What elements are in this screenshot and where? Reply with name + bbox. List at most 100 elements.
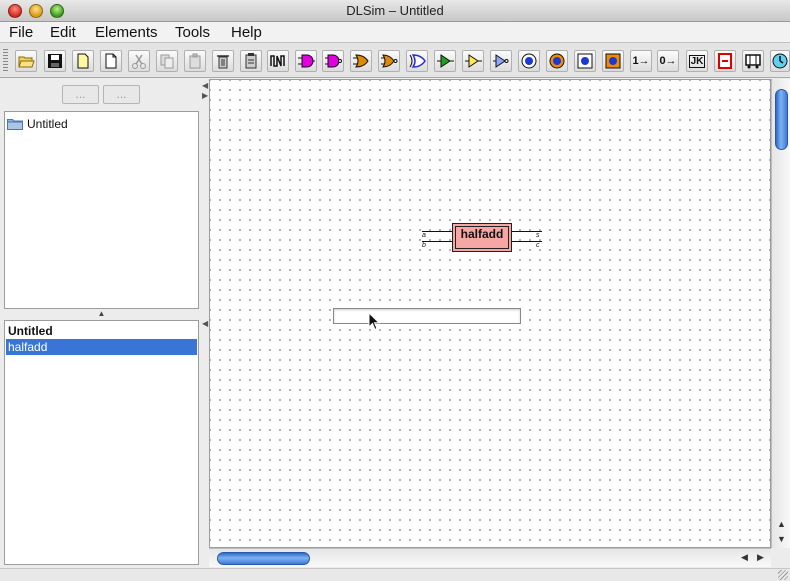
menu-edit[interactable]: Edit (50, 24, 76, 41)
halfadd-component[interactable]: halfadd (452, 223, 512, 252)
open-button[interactable] (15, 50, 37, 72)
menu-elements[interactable]: Elements (95, 24, 158, 41)
project-tree[interactable]: Untitled (4, 111, 199, 309)
probe-orange2-icon (605, 53, 621, 69)
toolbar: 1→ 0→ JK (0, 43, 790, 78)
scroll-down-arrow-icon[interactable]: ▼ (772, 534, 790, 544)
probe-blue-icon (521, 53, 537, 69)
probe-light-icon (577, 53, 593, 69)
pin-label-c: c (536, 242, 540, 249)
not-gate-button[interactable] (490, 50, 512, 72)
open-icon (18, 56, 35, 68)
blank-page-button[interactable] (100, 50, 122, 72)
resize-grip-icon[interactable] (778, 570, 788, 580)
cut-icon (132, 54, 146, 69)
tree-node-label: Untitled (27, 117, 68, 131)
register-icon (718, 53, 732, 69)
blank-page-icon (105, 53, 117, 69)
panel-splitter[interactable]: ▲ (4, 310, 199, 319)
input-pin-b[interactable] (422, 241, 452, 242)
component-label: halfadd (460, 227, 504, 241)
horizontal-scroll-thumb[interactable] (217, 552, 310, 565)
clock-button[interactable] (770, 50, 790, 72)
waveform-button[interactable] (267, 50, 289, 72)
delete-icon (217, 55, 229, 69)
nav-back-button[interactable]: ... (62, 85, 99, 104)
register-button[interactable] (714, 50, 736, 72)
or-gate-button[interactable] (350, 50, 372, 72)
pin-label-b: b (422, 242, 426, 249)
scroll-up-arrow-icon[interactable]: ▲ (772, 519, 790, 529)
clock-icon (772, 53, 788, 69)
buffer-button[interactable] (434, 50, 456, 72)
xor-gate-icon (409, 54, 426, 68)
dlsim-window: DLSim – Untitled File Edit Elements Tool… (0, 0, 790, 581)
bus-button[interactable] (742, 50, 764, 72)
menu-help[interactable]: Help (231, 24, 262, 41)
buffer-yellow-icon (465, 54, 482, 68)
cut-button[interactable] (128, 50, 150, 72)
splitter-up-arrow-icon: ▲ (97, 309, 106, 318)
paste-button[interactable] (184, 50, 206, 72)
toolbar-grip[interactable] (3, 49, 8, 73)
save-button[interactable] (44, 50, 66, 72)
copy-button[interactable] (156, 50, 178, 72)
nand-gate-icon (325, 54, 342, 68)
nor-gate-button[interactable] (378, 50, 400, 72)
project-panel: ... ... ◀ ▶ Untitled ▲ Untitled halfadd … (0, 79, 208, 568)
menu-tools[interactable]: Tools (175, 24, 210, 41)
input-pin-a[interactable] (422, 231, 452, 232)
probe-orange2-button[interactable] (602, 50, 624, 72)
collapse-right-arrow-icon[interactable]: ▶ (202, 91, 208, 100)
xor-gate-button[interactable] (406, 50, 428, 72)
save-icon (48, 54, 62, 68)
list-item-halfadd[interactable]: halfadd (6, 339, 197, 355)
copy-icon (160, 54, 174, 69)
new-page-button[interactable] (72, 50, 94, 72)
component-name-input[interactable] (333, 308, 521, 324)
status-bar (0, 568, 790, 581)
probe-orange-button[interactable] (546, 50, 568, 72)
tree-node-untitled[interactable]: Untitled (7, 117, 68, 131)
horizontal-scrollbar[interactable]: ◀ ▶ (209, 548, 771, 567)
vertical-scroll-thumb[interactable] (775, 89, 788, 150)
mouse-cursor-icon (368, 312, 381, 331)
nav-forward-button[interactable]: ... (103, 85, 140, 104)
title-bar[interactable]: DLSim – Untitled (0, 0, 790, 22)
input-low-button[interactable]: 0→ (657, 50, 679, 72)
probe-light-button[interactable] (574, 50, 596, 72)
input-high-button[interactable]: 1→ (630, 50, 652, 72)
pin-label-a: a (422, 232, 426, 239)
probe-orange-icon (549, 53, 565, 69)
menu-file[interactable]: File (9, 24, 33, 41)
menu-bar: File Edit Elements Tools Help (0, 22, 790, 43)
list-header: Untitled (8, 324, 53, 338)
jk-flipflop-button[interactable]: JK (686, 50, 708, 72)
circuit-canvas[interactable]: a b s c halfadd (209, 79, 771, 548)
collapse-left-arrow-icon[interactable]: ◀ (202, 81, 208, 90)
delete-button[interactable] (212, 50, 234, 72)
or-gate-icon (353, 54, 369, 68)
bus-icon (745, 54, 761, 69)
splitter-left-arrow-icon[interactable]: ◀ (202, 319, 208, 328)
input-low-label: 0→ (659, 55, 677, 67)
nand-gate-button[interactable] (322, 50, 344, 72)
input-high-label: 1→ (632, 55, 650, 67)
and-gate-button[interactable] (295, 50, 317, 72)
new-page-icon (77, 53, 89, 69)
nor-gate-icon (381, 54, 398, 68)
probe-blue-button[interactable] (518, 50, 540, 72)
scroll-left-arrow-icon[interactable]: ◀ (741, 552, 748, 563)
buffer-yellow-button[interactable] (462, 50, 484, 72)
waveform-icon (270, 55, 285, 67)
pin-label-s: s (536, 232, 540, 239)
folder-icon (7, 119, 23, 130)
not-gate-icon (493, 54, 509, 68)
clipboard-button[interactable] (240, 50, 262, 72)
canvas-area: a b s c halfadd ▲ ▼ ◀ ▶ (209, 79, 790, 568)
jk-flipflop-label: JK (688, 54, 706, 68)
vertical-scrollbar[interactable]: ▲ ▼ (771, 79, 790, 548)
circuit-list[interactable]: Untitled halfadd (4, 320, 199, 565)
buffer-icon (437, 54, 454, 68)
scroll-right-arrow-icon[interactable]: ▶ (757, 552, 764, 563)
